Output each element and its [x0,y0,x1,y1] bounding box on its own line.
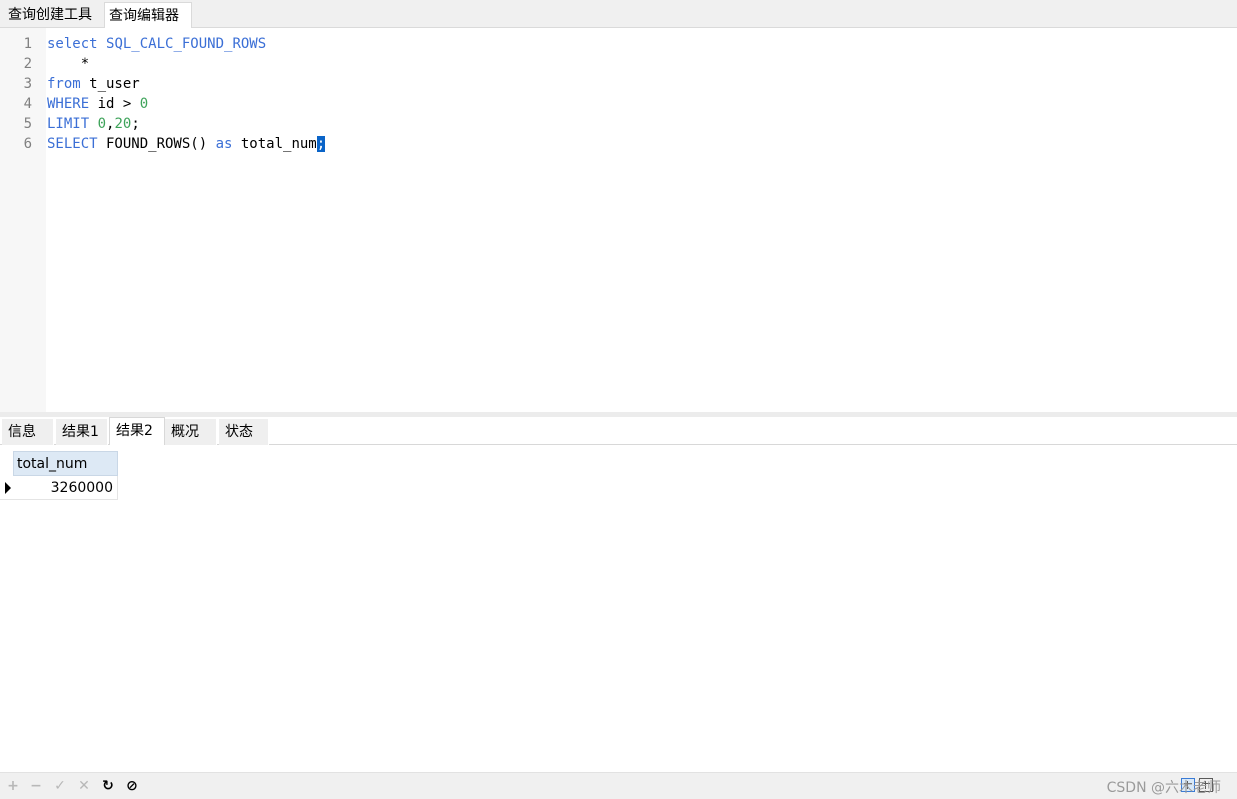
code-line[interactable]: SELECT FOUND_ROWS() as total_num; [47,134,326,154]
sql-keyword: LIMIT [47,116,90,132]
sql-keyword: SQL_CALC_FOUND_ROWS [106,36,267,52]
code-line[interactable]: from t_user [47,74,140,94]
line-number: 5 [23,116,32,132]
sql-keyword: as [215,136,233,152]
sql-text: t_user [80,76,140,92]
table-cell[interactable]: 3260000 [13,476,118,500]
apply-changes-button[interactable]: ✓ [51,777,69,795]
code-line[interactable]: WHERE id > 0 [47,94,148,114]
sql-keyword: SELECT [47,136,98,152]
code-line[interactable]: * [47,54,89,74]
sql-text: total_num [232,136,317,152]
sql-keyword: WHERE [47,96,90,112]
sql-number: 0 [97,116,107,132]
sql-text: * [47,56,90,72]
row-indicator[interactable] [0,476,13,500]
line-number: 6 [23,136,32,152]
code-line[interactable]: LIMIT 0,20; [47,114,140,134]
sql-text: id > [89,96,140,112]
line-number: 2 [23,56,32,72]
tab-profile[interactable]: 概况 [165,419,217,445]
line-number-gutter: 1 2 3 4 5 6 [0,28,46,412]
line-number: 1 [23,36,32,52]
code-line[interactable]: select SQL_CALC_FOUND_ROWS [47,34,266,54]
tab-result-1[interactable]: 结果1 [56,419,108,445]
sql-keyword: select [47,36,98,52]
line-number: 4 [23,96,32,112]
result-tab-bar: 信息 结果1 结果2 概况 状态 [0,417,1237,445]
current-row-arrow-icon [5,482,11,494]
sql-text: FOUND_ROWS() [97,136,216,152]
sql-editor[interactable]: 1 2 3 4 5 6 select SQL_CALC_FOUND_ROWS *… [0,28,1237,412]
query-tab-bar: 查询创建工具 查询编辑器 [0,0,1237,28]
delete-record-button[interactable]: − [27,777,45,795]
sql-keyword: from [47,76,81,92]
sql-number: 0 [139,96,149,112]
stop-button[interactable]: ⊘ [123,777,141,795]
tab-query-editor[interactable]: 查询编辑器 [104,2,192,28]
tab-query-builder[interactable]: 查询创建工具 [4,2,102,28]
line-number: 3 [23,76,32,92]
watermark: CSDN @六木老师 [1106,780,1221,796]
discard-changes-button[interactable]: ✕ [75,777,93,795]
tab-info[interactable]: 信息 [2,419,54,445]
grid-toolbar: + − ✓ ✕ ↻ ⊘ CSDN @六木老师 [0,772,1237,799]
refresh-button[interactable]: ↻ [99,777,117,795]
sql-text: ; [131,116,140,132]
tab-result-2[interactable]: 结果2 [109,417,165,445]
add-record-button[interactable]: + [4,777,22,795]
sql-number: 20 [114,116,132,132]
column-header-total-num[interactable]: total_num [13,451,118,476]
text-selection: ; [316,136,326,152]
tab-status[interactable]: 状态 [219,419,269,445]
